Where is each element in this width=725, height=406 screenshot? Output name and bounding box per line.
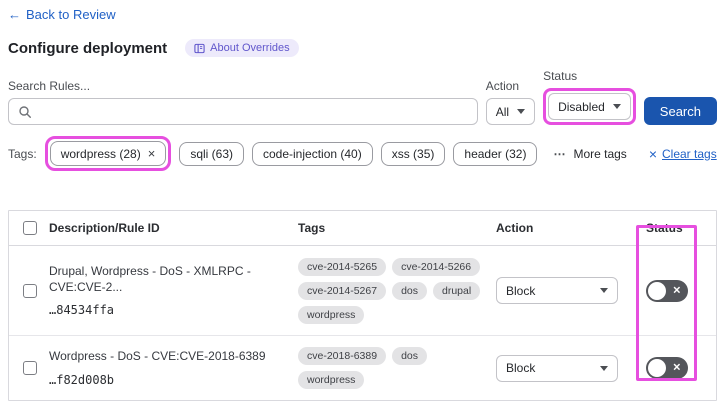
clear-tags-label: Clear tags	[662, 146, 717, 161]
header-checkbox-cell	[9, 221, 41, 235]
back-link-label: Back to Review	[26, 7, 116, 22]
status-toggle[interactable]: ✕	[646, 279, 688, 302]
rule-tags-cell: cve-2014-5265 cve-2014-5266 cve-2014-5267 d…	[298, 257, 496, 324]
ellipsis-icon: ⋯	[553, 146, 567, 161]
tag-chip-sqli[interactable]: sqli (63)	[179, 141, 244, 166]
filter-bar: Search Rules... Action All Status Disabl…	[8, 69, 717, 125]
rule-description: Wordpress - DoS - CVE:CVE-2018-6389	[49, 349, 266, 364]
action-dropdown-value: All	[495, 104, 510, 119]
status-toggle[interactable]: ✕	[646, 357, 688, 379]
tags-bar-label: Tags:	[8, 146, 37, 161]
rules-table: Description/Rule ID Tags Action Status D…	[8, 210, 717, 401]
status-dropdown-value: Disabled	[558, 99, 605, 114]
chevron-down-icon	[517, 109, 526, 114]
row-checkbox[interactable]	[23, 283, 37, 298]
more-tags-label: More tags	[573, 146, 627, 161]
action-dropdown[interactable]: All	[485, 98, 536, 125]
toggle-knob	[648, 359, 666, 377]
rule-status-cell: ✕	[636, 279, 716, 302]
rule-tag-pill: wordpress	[298, 305, 365, 324]
action-select-dropdown[interactable]: Block	[496, 354, 618, 382]
status-dropdown[interactable]: Disabled	[548, 93, 631, 120]
more-tags-button[interactable]: ⋯ More tags	[553, 147, 626, 161]
rule-id: …84534ffa	[49, 303, 115, 318]
book-icon	[194, 43, 205, 53]
header-tags: Tags	[298, 221, 326, 235]
rule-tag-pill: cve-2018-6389	[298, 347, 387, 365]
action-select-value: Block	[506, 361, 536, 375]
rule-status-cell: ✕	[636, 357, 716, 379]
row-checkbox[interactable]	[23, 361, 37, 375]
rule-description: Drupal, Wordpress - DoS - XMLRPC - CVE:C…	[49, 263, 251, 294]
action-select-dropdown[interactable]: Block	[496, 277, 618, 304]
tags-bar: Tags: wordpress (28) × sqli (63) code-in…	[8, 136, 717, 171]
rule-tag-pill: cve-2014-5267	[298, 281, 387, 300]
rule-id: …f82d008b	[49, 372, 115, 387]
tag-chip-label: xss (35)	[391, 146, 435, 161]
rule-tags-cell: cve-2018-6389 dos wordpress	[298, 347, 496, 389]
tag-chip-code-injection[interactable]: code-injection (40)	[252, 141, 373, 166]
action-filter-label: Action	[485, 79, 520, 93]
rule-tag-pill: dos	[392, 347, 427, 365]
table-row: Drupal, Wordpress - DoS - XMLRPC - CVE:C…	[9, 246, 716, 336]
chevron-down-icon	[600, 288, 608, 293]
page-title: Configure deployment	[8, 39, 168, 57]
tag-chip-wordpress[interactable]: wordpress (28) ×	[49, 141, 167, 166]
clear-tags-button[interactable]: × Clear tags	[649, 146, 717, 162]
selected-tag-highlight: wordpress (28) ×	[44, 136, 172, 171]
table-row: Wordpress - DoS - CVE:CVE-2018-6389 …f82…	[9, 336, 716, 400]
remove-tag-icon[interactable]: ×	[148, 146, 156, 161]
tag-chip-label: code-injection (40)	[263, 146, 362, 161]
tag-chip-xss[interactable]: xss (35)	[380, 141, 446, 166]
back-to-review-link[interactable]: ← Back to Review	[8, 7, 116, 22]
tag-chip-label: wordpress (28)	[60, 146, 141, 161]
rule-tag-pill: drupal	[433, 281, 481, 300]
chevron-down-icon	[612, 104, 621, 109]
about-overrides-badge[interactable]: About Overrides	[185, 39, 299, 57]
back-arrow-icon: ←	[8, 7, 21, 22]
action-filter: Action All	[485, 79, 536, 125]
rule-tag-pill: dos	[392, 281, 427, 300]
tag-chip-label: sqli (63)	[190, 146, 233, 161]
table-body: Drupal, Wordpress - DoS - XMLRPC - CVE:C…	[9, 246, 716, 400]
close-icon: ×	[648, 145, 657, 162]
row-checkbox-cell	[9, 361, 41, 375]
about-overrides-label: About Overrides	[210, 42, 290, 54]
chevron-down-icon	[600, 365, 608, 371]
rule-tag-pill: wordpress	[298, 371, 365, 389]
rule-action-cell: Block	[496, 354, 636, 382]
tag-chip-label: header (32)	[464, 146, 527, 161]
search-rules-field: Search Rules...	[8, 79, 478, 125]
search-rules-input[interactable]	[9, 99, 477, 124]
rule-description-cell: Drupal, Wordpress - DoS - XMLRPC - CVE:C…	[41, 264, 298, 317]
toggle-off-icon: ✕	[672, 362, 681, 374]
header-action: Action	[496, 221, 534, 235]
search-input-container	[8, 98, 478, 125]
toggle-off-icon: ✕	[672, 285, 681, 296]
header-status: Status	[646, 221, 683, 235]
action-select-value: Block	[506, 283, 536, 298]
search-button[interactable]: Search	[643, 97, 717, 125]
status-filter-label: Status	[543, 69, 578, 83]
header-description: Description/Rule ID	[49, 221, 160, 235]
rule-description-cell: Wordpress - DoS - CVE:CVE-2018-6389 …f82…	[41, 349, 298, 387]
select-all-checkbox[interactable]	[23, 221, 37, 235]
status-filter: Status Disabled	[543, 69, 636, 125]
row-checkbox-cell	[9, 283, 41, 298]
tag-chip-header[interactable]: header (32)	[453, 141, 538, 166]
rule-tag-pill: cve-2014-5266	[392, 257, 481, 276]
search-rules-label: Search Rules...	[8, 79, 91, 93]
status-dropdown-highlight: Disabled	[543, 88, 636, 125]
configure-deployment-page: ← Back to Review Configure deployment Ab…	[0, 0, 725, 406]
table-header-row: Description/Rule ID Tags Action Status	[9, 211, 716, 246]
rule-action-cell: Block	[496, 277, 636, 304]
rule-tag-pill: cve-2014-5265	[298, 257, 387, 276]
heading-row: Configure deployment About Overrides	[8, 39, 717, 57]
toggle-knob	[648, 281, 666, 300]
